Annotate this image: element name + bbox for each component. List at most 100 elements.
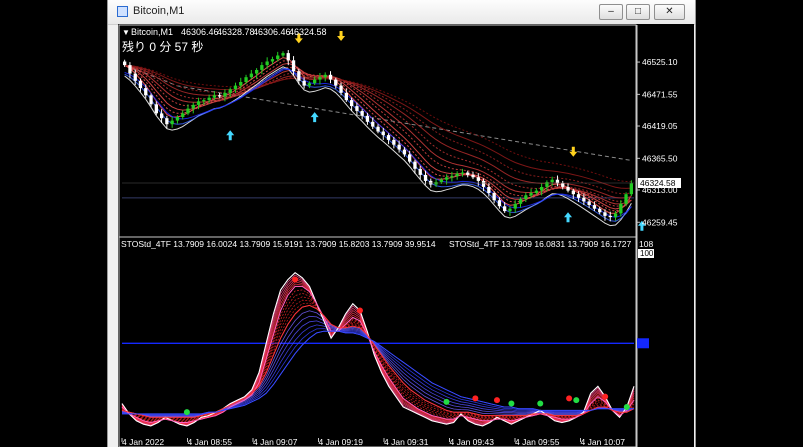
candle-body [518, 199, 523, 204]
candle-body [423, 174, 428, 181]
chart-window-icon [117, 6, 128, 17]
candle-body [233, 85, 238, 90]
candle-body [503, 206, 507, 212]
candle-body [360, 111, 364, 116]
sell-signal-dot [602, 393, 609, 400]
candle-body [165, 118, 169, 125]
blue-level-marker [637, 338, 649, 349]
candle-body [576, 194, 581, 198]
candle-body [386, 135, 391, 140]
candle-body [191, 104, 195, 109]
candle-body [175, 117, 180, 121]
window-titlebar[interactable]: Bitcoin,M1 – □ ✕ [108, 0, 695, 25]
sell-signal-dot [493, 397, 500, 404]
price-tick-label: 46471.55 [642, 89, 678, 99]
candle-body [249, 73, 253, 78]
candle-body [492, 193, 496, 201]
symbol-dropdown-icon[interactable]: ▼ [122, 28, 130, 37]
candle-body [471, 174, 475, 178]
candle-body [286, 53, 290, 61]
candle-body [376, 126, 380, 132]
candle-body [154, 104, 158, 114]
candle-body [629, 183, 633, 195]
candle-body [540, 187, 544, 191]
candle-body [476, 177, 480, 181]
minimize-button[interactable]: – [599, 4, 623, 20]
time-tick-label: 4 Jan 2022 [122, 437, 164, 447]
price-tick-label: 46525.10 [642, 57, 678, 67]
candle-body [228, 89, 232, 93]
candle-body [291, 60, 296, 72]
candle-body [344, 92, 348, 101]
candle-body [186, 108, 190, 114]
candle-body [218, 95, 222, 97]
candle-body [439, 179, 443, 183]
current-price-label: 46324.58 [640, 178, 676, 188]
hundred-level-value: 100 [640, 249, 654, 258]
chart-area[interactable]: 46525.1046471.5546419.0546365.5046313.00… [118, 24, 694, 447]
buy-signal-dot [508, 400, 515, 407]
time-tick-label: 4 Jan 09:31 [384, 437, 429, 447]
buy-signal-dot [443, 398, 450, 405]
candle-body [561, 183, 565, 187]
candle-body [276, 55, 280, 60]
candle-body [582, 197, 586, 202]
candle-body [524, 195, 528, 199]
candle-body [281, 53, 285, 56]
candle-body [270, 59, 275, 62]
candle-body [550, 179, 554, 183]
symbol-label: Bitcoin,M1 [131, 27, 173, 37]
candle-body [302, 80, 306, 86]
time-tick-label: 4 Jan 10:07 [581, 437, 626, 447]
candle-body [307, 83, 311, 86]
candle-body [365, 115, 370, 122]
close-button[interactable]: ✕ [654, 4, 685, 20]
sell-signal-dot [566, 395, 573, 402]
candle-body [212, 95, 216, 98]
candle-body [592, 205, 597, 209]
candle-body [260, 65, 264, 70]
buy-signal-dot [537, 400, 544, 407]
candle-body [123, 61, 127, 66]
time-tick-label: 4 Jan 09:07 [253, 437, 298, 447]
candle-body [487, 187, 491, 193]
ohlc-low: 46306.46 [253, 27, 291, 37]
candle-body [350, 100, 354, 107]
candle-body [619, 203, 623, 214]
candle-body [328, 74, 333, 80]
candle-body [318, 77, 322, 80]
sell-signal-dot [292, 276, 299, 283]
candle-body [355, 106, 359, 111]
candle-body [408, 154, 412, 162]
candle-body [207, 97, 211, 101]
candle-body [566, 187, 570, 191]
candle-body [265, 61, 269, 66]
candle-body [434, 182, 438, 185]
candle-body [571, 190, 575, 195]
candle-body [160, 113, 164, 119]
sell-signal-dot [472, 395, 479, 402]
window-title: Bitcoin,M1 [133, 5, 185, 17]
candle-body [196, 101, 201, 105]
candle-body [313, 79, 317, 84]
candle-body [202, 100, 206, 102]
candle-body [598, 208, 602, 213]
buy-signal-dot [573, 397, 580, 404]
candle-body [497, 200, 502, 207]
candle-body [613, 213, 618, 218]
candle-body [466, 172, 470, 175]
candle-body [133, 73, 137, 81]
ohlc-high: 46328.78 [217, 27, 255, 37]
candle-body [392, 139, 396, 145]
candle-body [603, 212, 607, 216]
candle-body [334, 79, 338, 86]
time-tick-label: 4 Jan 09:43 [450, 437, 495, 447]
candle-body [413, 161, 417, 169]
candle-body [223, 92, 227, 97]
maximize-button[interactable]: □ [626, 4, 650, 20]
candle-body [397, 144, 401, 150]
candle-body [608, 215, 612, 218]
candle-body [455, 173, 459, 177]
candle-body [239, 82, 243, 86]
candle-body [513, 203, 517, 209]
